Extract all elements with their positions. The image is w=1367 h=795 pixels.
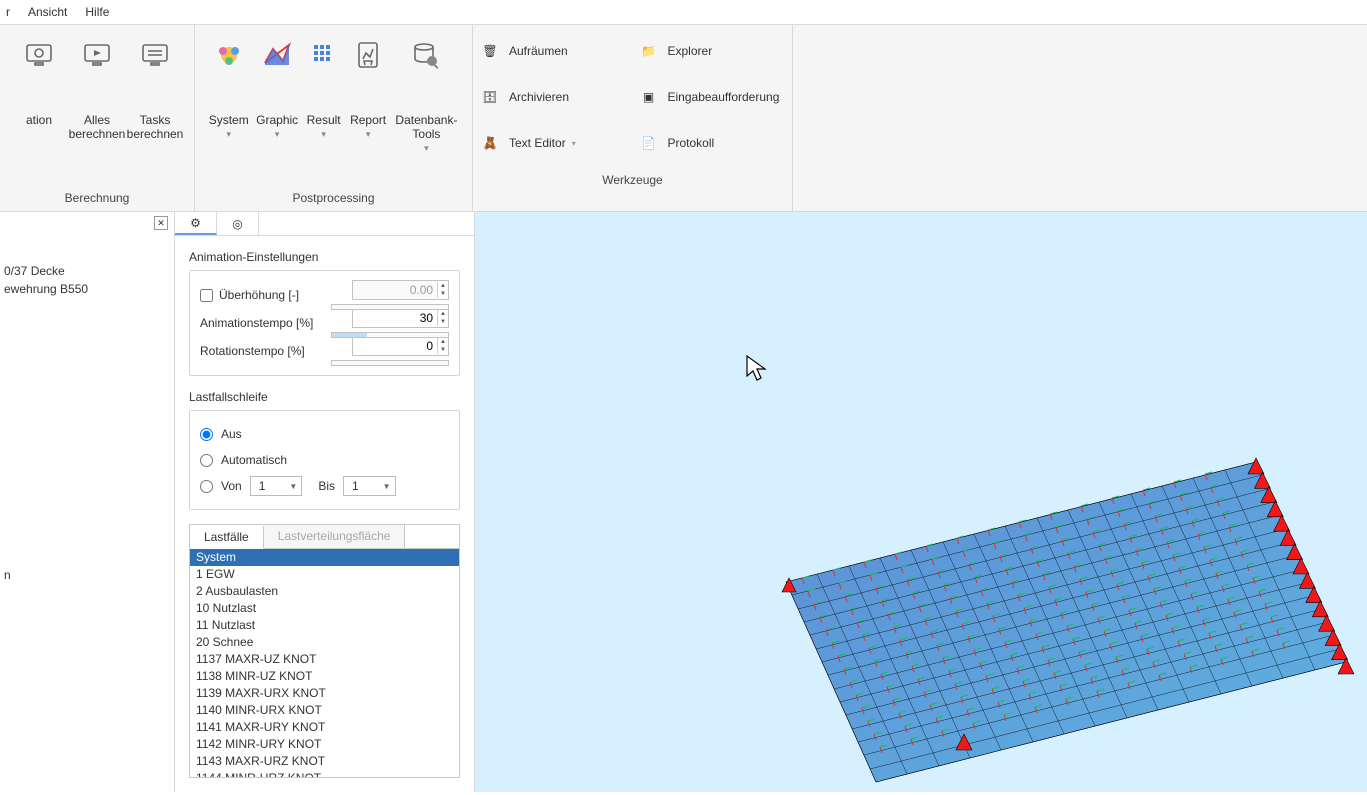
- menu-ansicht[interactable]: Ansicht: [28, 5, 67, 19]
- tool-archivieren[interactable]: 🗄Archivieren: [481, 88, 626, 106]
- texteditor-icon: 🧸: [481, 134, 499, 152]
- trash-icon: 🗑: [481, 42, 499, 60]
- archive-icon: 🗄: [481, 88, 499, 106]
- anim-settings-title: Animation-Einstellungen: [189, 250, 460, 264]
- slider-ueberhoehung[interactable]: [331, 304, 449, 310]
- group-label-berechnung: Berechnung: [0, 187, 194, 211]
- label-ueberhoehung: Überhöhung [-]: [219, 288, 321, 302]
- list-item[interactable]: 1144 MINR-URZ KNOT: [190, 770, 459, 778]
- list-item[interactable]: 1142 MINR-URY KNOT: [190, 736, 459, 753]
- tab-lastfaelle[interactable]: Lastfälle: [190, 526, 264, 549]
- side-tab-target[interactable]: ◎: [217, 212, 259, 235]
- checkbox-ueberhoehung[interactable]: [200, 289, 213, 302]
- list-item[interactable]: 20 Schnee: [190, 634, 459, 651]
- list-item[interactable]: 10 Nutzlast: [190, 600, 459, 617]
- tool-protokoll[interactable]: 📄Protokoll: [640, 134, 785, 152]
- sliders-icon: ⚙: [190, 216, 201, 230]
- radio-auto[interactable]: [200, 454, 213, 467]
- btn-dbtools[interactable]: Datenbank-Tools▾: [391, 33, 462, 173]
- input-ueberhoehung: [353, 281, 437, 299]
- tool-eingabe[interactable]: ▣Eingabeaufforderung: [640, 88, 785, 106]
- input-rotation[interactable]: [353, 337, 437, 355]
- select-bis[interactable]: 1▼: [343, 476, 396, 496]
- label-rotation: Rotationstempo [%]: [200, 344, 321, 358]
- slider-tempo[interactable]: [331, 332, 449, 338]
- tree-item-bewehrung[interactable]: ewehrung B550: [0, 280, 166, 298]
- monitor-play-icon: [81, 39, 113, 71]
- tool-explorer[interactable]: 📁Explorer: [640, 42, 785, 60]
- list-item[interactable]: 1137 MAXR-UZ KNOT: [190, 651, 459, 668]
- list-item[interactable]: 1 EGW: [190, 566, 459, 583]
- btn-result[interactable]: Result▾: [302, 33, 346, 173]
- list-item[interactable]: 1141 MAXR-URY KNOT: [190, 719, 459, 736]
- list-item[interactable]: 11 Nutzlast: [190, 617, 459, 634]
- list-item[interactable]: 1138 MINR-UZ KNOT: [190, 668, 459, 685]
- group-label-tools: Werkzeuge: [473, 169, 792, 193]
- graphic-icon: [261, 39, 293, 71]
- protokoll-icon: 📄: [640, 134, 658, 152]
- database-tools-icon: [410, 39, 442, 71]
- tree-item-n[interactable]: n: [4, 568, 11, 582]
- system-icon: [213, 39, 245, 71]
- slider-rotation[interactable]: [331, 360, 449, 366]
- report-icon: [352, 39, 384, 71]
- radio-aus[interactable]: [200, 428, 213, 441]
- btn-system[interactable]: System▾: [205, 33, 252, 173]
- folder-icon: 📁: [640, 42, 658, 60]
- close-tree-button[interactable]: ✕: [154, 216, 168, 230]
- list-item[interactable]: 1139 MAXR-URX KNOT: [190, 685, 459, 702]
- group-label-post: Postprocessing: [195, 187, 472, 211]
- monitor-tasks-icon: [139, 39, 171, 71]
- btn-ation[interactable]: ation: [10, 33, 68, 173]
- spin-up[interactable]: ▲: [437, 310, 448, 318]
- btn-tasks-berechnen[interactable]: Tasksberechnen: [126, 33, 184, 173]
- label-tempo: Animationstempo [%]: [200, 316, 321, 330]
- tool-texteditor[interactable]: 🧸Text Editor: [481, 134, 626, 152]
- menu-item-partial[interactable]: r: [6, 5, 10, 19]
- list-item[interactable]: 1140 MINR-URX KNOT: [190, 702, 459, 719]
- target-icon: ◎: [232, 217, 242, 231]
- mouse-cursor: [745, 354, 769, 385]
- 3d-viewport[interactable]: [475, 212, 1367, 792]
- listbox-lastfaelle[interactable]: System 1 EGW 2 Ausbaulasten 10 Nutzlast …: [189, 548, 460, 778]
- ribbon: ation Allesberechnen Tasksberechnen Bere…: [0, 24, 1367, 212]
- top-menu: r Ansicht Hilfe: [0, 0, 1367, 24]
- select-von[interactable]: 1▼: [250, 476, 303, 496]
- tool-aufraeumen[interactable]: 🗑Aufräumen: [481, 42, 626, 60]
- menu-hilfe[interactable]: Hilfe: [85, 5, 109, 19]
- result-table-icon: [308, 39, 340, 71]
- left-tree-panel: ✕ 0/37 Decke ewehrung B550 n: [0, 212, 175, 792]
- list-item[interactable]: 2 Ausbaulasten: [190, 583, 459, 600]
- btn-alles-berechnen[interactable]: Allesberechnen: [68, 33, 126, 173]
- btn-graphic[interactable]: Graphic▾: [252, 33, 301, 173]
- btn-report[interactable]: Report▾: [345, 33, 390, 173]
- terminal-icon: ▣: [640, 88, 658, 106]
- input-tempo[interactable]: [353, 309, 437, 327]
- side-tab-settings[interactable]: ⚙: [175, 212, 217, 235]
- animation-side-panel: ⚙ ◎ Animation-Einstellungen Überhöhung […: [175, 212, 475, 792]
- list-item[interactable]: 1143 MAXR-URZ KNOT: [190, 753, 459, 770]
- spin-down[interactable]: ▼: [437, 318, 448, 326]
- list-item[interactable]: System: [190, 549, 459, 566]
- loop-title: Lastfallschleife: [189, 390, 460, 404]
- monitor-gear-icon: [23, 39, 55, 71]
- tree-item-decke[interactable]: 0/37 Decke: [0, 262, 166, 280]
- tab-lastverteilung: Lastverteilungsfläche: [264, 525, 406, 548]
- radio-von[interactable]: [200, 480, 213, 493]
